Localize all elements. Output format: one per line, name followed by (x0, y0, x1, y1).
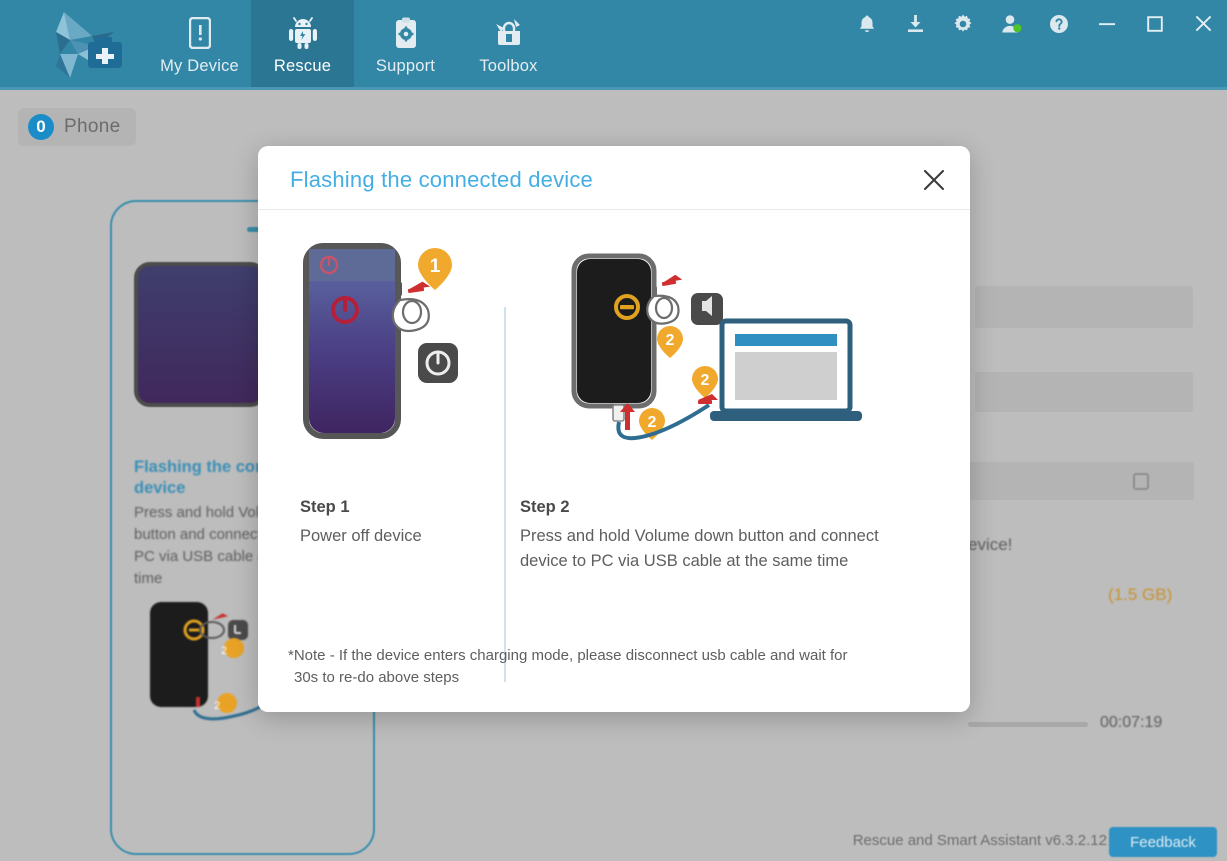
close-button[interactable] (1179, 8, 1227, 44)
step-1-desc: Power off device (300, 527, 422, 545)
note-line-1: Note - If the device enters charging mod… (293, 647, 848, 664)
bg-size-label: (1.5 GB) (1108, 585, 1173, 604)
step-badge-2-upper: 2 (657, 326, 683, 358)
minimize-icon (1098, 17, 1116, 35)
nav-item-support[interactable]: Support (354, 0, 457, 90)
user-online-icon (1001, 14, 1022, 39)
nav-item-toolbox[interactable]: Toolbox (457, 0, 560, 90)
svg-text:2: 2 (214, 700, 220, 712)
clipboard-gear-icon (394, 15, 418, 51)
step-2-title: Step 2 (520, 498, 570, 516)
help-circle-icon (1049, 14, 1069, 39)
step-1-title: Step 1 (300, 498, 350, 516)
bell-icon (858, 14, 876, 39)
nav-label-rescue: Rescue (273, 56, 332, 75)
modal-title: Flashing the connected device (290, 167, 593, 192)
minimize-button[interactable] (1083, 8, 1131, 44)
bg-device-text: evice! (968, 535, 1013, 554)
main-navigation: My Device Rescue Support Toolbox (148, 0, 560, 90)
column-divider (504, 307, 506, 682)
application-window: My Device Rescue Support Toolbox 0 Phone… (0, 0, 1227, 861)
modal-note: *Note - If the device enters charging mo… (288, 645, 928, 689)
modal-header: Flashing the connected device (258, 146, 970, 210)
android-rescue-icon (288, 15, 318, 51)
step-2-illustration: 2 2 2 (570, 248, 862, 448)
svg-text:1: 1 (430, 256, 441, 277)
bg-timer: 00:07:19 (1100, 714, 1163, 731)
svg-text:2: 2 (701, 372, 710, 389)
maximize-icon (1147, 15, 1163, 37)
gear-icon (953, 14, 973, 39)
step-2-desc: Press and hold Volume down button and co… (520, 527, 879, 570)
svg-text:2: 2 (221, 645, 227, 657)
phone-circle-icon: 0 (28, 114, 54, 140)
bg-progress-track (968, 722, 1088, 727)
account-button[interactable] (987, 8, 1035, 44)
footer-version: Rescue and Smart Assistant v6.3.2.12 (852, 832, 1107, 849)
copy-icon (1133, 473, 1149, 490)
download-icon (906, 14, 925, 38)
nav-item-rescue[interactable]: Rescue (251, 0, 354, 90)
close-icon (1195, 15, 1212, 37)
bg-panel-icon-row (968, 462, 1194, 500)
maximize-button[interactable] (1131, 8, 1179, 44)
nav-label-support: Support (375, 56, 436, 75)
svg-text:2: 2 (648, 414, 657, 431)
app-header: My Device Rescue Support Toolbox (0, 0, 1227, 90)
phone-alert-icon (188, 15, 211, 51)
card-phone-image (134, 262, 266, 407)
note-line-2: 30s to re-do above steps (294, 669, 460, 686)
notifications-button[interactable] (843, 8, 891, 44)
nav-label-my-device: My Device (160, 56, 239, 75)
modal-close-button[interactable] (920, 166, 948, 194)
device-tab-phone[interactable]: 0 Phone (18, 108, 137, 146)
nav-item-my-device[interactable]: My Device (148, 0, 251, 90)
nav-label-toolbox: Toolbox (479, 56, 538, 75)
step-badge-2-middle: 2 (692, 366, 718, 398)
rescue-assistant-logo[interactable] (26, 10, 138, 80)
help-button[interactable] (1035, 8, 1083, 44)
device-tab-label: Phone (64, 116, 121, 137)
step-1-illustration: 1 (300, 238, 482, 443)
settings-button[interactable] (939, 8, 987, 44)
toolbox-icon (494, 15, 524, 51)
svg-text:2: 2 (666, 332, 675, 349)
power-button-key (418, 343, 458, 383)
downloads-button[interactable] (891, 8, 939, 44)
window-controls (843, 8, 1227, 44)
feedback-button[interactable]: Feedback (1109, 827, 1217, 857)
bg-panel-top (975, 286, 1193, 328)
bg-panel-mid (975, 372, 1193, 412)
close-icon (923, 169, 945, 191)
